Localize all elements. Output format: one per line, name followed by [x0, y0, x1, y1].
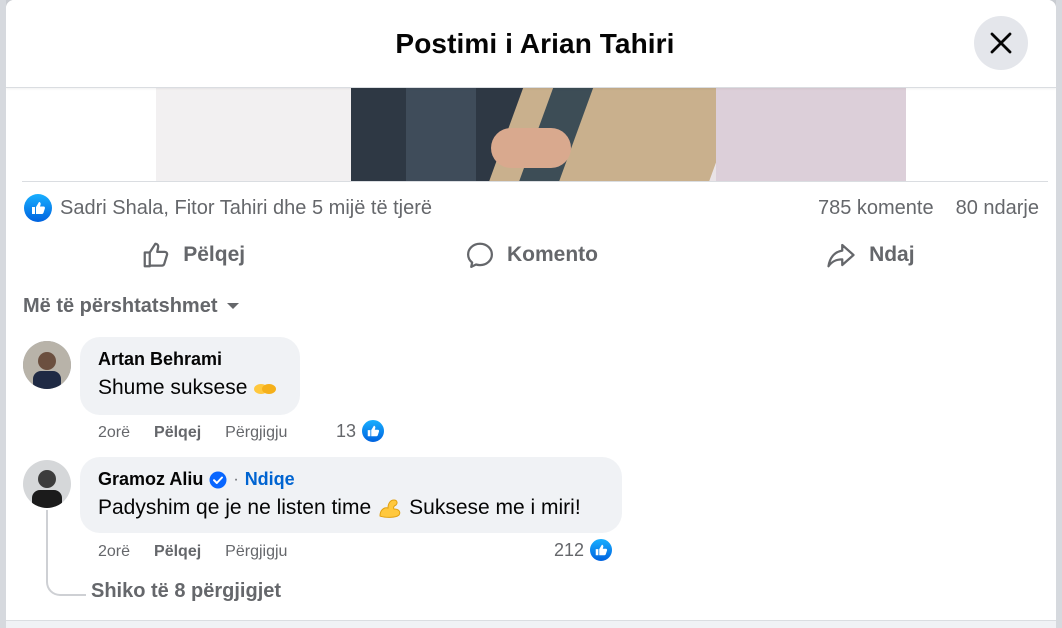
like-button[interactable]: Pëlqej — [24, 240, 362, 270]
comment-like-button[interactable]: Pëlqej — [154, 543, 201, 561]
speech-bubble-icon — [466, 242, 493, 268]
comment-author[interactable]: Artan Behrami — [98, 349, 282, 370]
divider — [22, 181, 1048, 182]
comment-reactions[interactable]: 212 — [554, 537, 615, 563]
comment-text-content: Suksese me i miri! — [409, 496, 581, 519]
caret-down-icon — [226, 303, 239, 309]
shares-count[interactable]: 80 ndarje — [956, 197, 1039, 220]
photo-background-right — [716, 88, 906, 182]
share-label: Ndaj — [869, 243, 915, 266]
like-reaction-icon — [360, 418, 387, 444]
post-actions: Pëlqej Komento Ndaj — [24, 232, 1039, 278]
comment-text-content: Shume suksese — [98, 376, 248, 399]
verified-badge-icon — [209, 471, 227, 488]
comment-sort-dropdown[interactable]: Më të përshtatshmet — [23, 292, 240, 320]
comment-text-content: Padyshim qe je ne listen time — [98, 496, 372, 519]
comment-label: Komento — [506, 243, 598, 266]
photo-suit-shade — [406, 88, 476, 182]
comment-reply-button[interactable]: Përgjigju — [225, 424, 287, 442]
like-label: Pëlqej — [183, 243, 246, 266]
dialog-title: Postimi i Arian Tahiri — [395, 27, 675, 59]
photo-hand — [491, 128, 571, 168]
comment-like-button[interactable]: Pëlqej — [154, 424, 201, 442]
comment-reactions-count: 212 — [554, 539, 585, 560]
share-arrow-icon — [827, 243, 855, 268]
comment-reactions-count: 13 — [336, 420, 357, 441]
reply-thread-line — [46, 510, 86, 596]
sort-label: Më të përshtatshmet — [23, 294, 218, 317]
reactions-summary[interactable]: Sadri Shala, Fitor Tahiri dhe 5 mijë të … — [24, 194, 432, 222]
comment-text: Padyshim qe je ne listen time Suksese me… — [98, 496, 604, 520]
separator-dot: · — [233, 470, 239, 488]
comment-button[interactable]: Komento — [362, 240, 700, 270]
comment-reply-button[interactable]: Përgjigju — [225, 543, 287, 561]
photo-background — [156, 88, 351, 182]
post-stats: Sadri Shala, Fitor Tahiri dhe 5 mijë të … — [24, 190, 1039, 226]
like-reaction-icon — [24, 194, 52, 222]
comment-time[interactable]: 2orë — [98, 543, 130, 561]
comment-bubble: Gramoz Aliu · Ndiqe Padyshim qe je ne li… — [80, 457, 622, 533]
composer-edge — [6, 620, 1056, 628]
comment-meta: 2orë Pëlqej Përgjigju — [98, 543, 311, 561]
share-button[interactable]: Ndaj — [701, 240, 1039, 270]
like-reaction-icon — [588, 537, 615, 563]
close-button[interactable] — [974, 16, 1028, 70]
comment-reactions[interactable]: 13 — [336, 418, 387, 444]
comment-author[interactable]: Gramoz Aliu — [98, 469, 203, 490]
post-dialog: Postimi i Arian Tahiri Sadri Shala, Fito… — [6, 0, 1056, 628]
clapping-hands-icon — [254, 384, 277, 394]
post-photo[interactable] — [156, 88, 906, 182]
close-icon — [990, 32, 1012, 54]
comment-meta: 2orë Pëlqej Përgjigju — [98, 424, 311, 442]
comment-text: Shume suksese — [98, 376, 282, 400]
thumbs-up-icon — [143, 242, 169, 268]
avatar[interactable] — [23, 460, 71, 508]
flexed-biceps-icon — [379, 499, 401, 518]
view-replies-link[interactable]: Shiko të 8 përgjigjet — [91, 580, 281, 603]
comments-count[interactable]: 785 komente — [818, 197, 934, 220]
follow-button[interactable]: Ndiqe — [245, 469, 295, 490]
comment-time[interactable]: 2orë — [98, 424, 130, 442]
avatar[interactable] — [23, 341, 71, 389]
backdrop-right — [1056, 0, 1062, 628]
comment-bubble: Artan Behrami Shume suksese — [80, 337, 300, 415]
reactions-text: Sadri Shala, Fitor Tahiri dhe 5 mijë të … — [60, 196, 433, 219]
dialog-header: Postimi i Arian Tahiri — [6, 0, 1056, 88]
comment-header: Gramoz Aliu · Ndiqe — [98, 469, 604, 490]
